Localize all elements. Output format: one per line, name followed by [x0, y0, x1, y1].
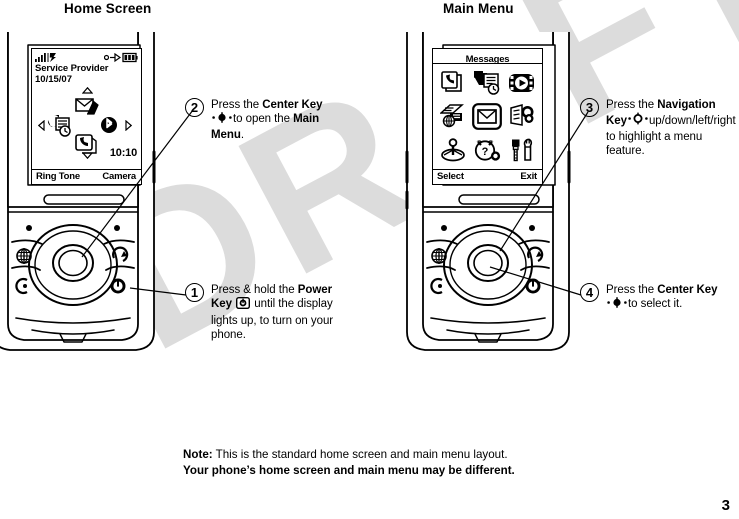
bluetooth-icon	[100, 116, 118, 139]
arrow-right-icon	[125, 119, 133, 133]
tools-icon	[511, 138, 532, 162]
callout-1: 1 Press & hold the Power Key until the d…	[185, 283, 345, 343]
callout-text-4: Press the Center Keyto select it.	[606, 283, 730, 313]
menu-item-games-apps[interactable]	[436, 133, 470, 167]
main-menu-display: Messages ? Select Exit	[432, 48, 543, 185]
note-label: Note:	[183, 448, 213, 461]
signal-bars-icon	[35, 53, 56, 62]
power-key-icon	[110, 278, 126, 294]
page-number: 3	[721, 497, 730, 514]
center-key-icon	[607, 297, 627, 312]
softkey-left-label: Ring Tone	[36, 171, 80, 182]
callout-text-2: Press the Center Keyto open the Main Men…	[211, 99, 323, 141]
menu-softkey-right-label: Exit	[520, 171, 537, 182]
menu-item-tools[interactable]	[505, 133, 539, 167]
home-softkey-bar: Ring Tone Camera	[32, 169, 141, 184]
section-title-home-screen: Home Screen	[64, 1, 152, 16]
menu-item-recent-calls[interactable]	[436, 66, 470, 100]
web-key-icon	[431, 248, 447, 264]
menu-item-office-tools[interactable]	[505, 100, 539, 134]
messages-envelope-icon	[73, 95, 101, 122]
callout-number-3: 3	[580, 98, 599, 117]
callout-number-4: 4	[580, 283, 599, 302]
note-text-1: This is the standard home screen and mai…	[212, 448, 508, 461]
menu-title-label: Messages	[465, 54, 510, 65]
menu-item-contacts[interactable]	[470, 66, 504, 100]
note-line-1: Note: This is the standard home screen a…	[183, 447, 603, 463]
menu-icon-grid: ?	[436, 66, 539, 167]
note-line-2: Your phone’s home screen and main menu m…	[183, 463, 515, 477]
callout-4: 4 Press the Center Keyto select it.	[580, 283, 730, 313]
date-label: 10/15/07	[35, 74, 72, 85]
menu-item-multimedia[interactable]	[505, 66, 539, 100]
callout-number-1: 1	[185, 283, 204, 302]
battery-icon	[104, 52, 138, 63]
messages-icon	[472, 103, 503, 130]
navigation-key-icon	[628, 112, 648, 129]
web-access-icon	[439, 104, 464, 128]
softkey-right-label: Camera	[102, 171, 136, 182]
contacts-icon	[473, 70, 500, 95]
recent-calls-icon	[46, 114, 72, 143]
menu-softkey-left-label: Select	[437, 171, 464, 182]
callout-number-2: 2	[185, 98, 204, 117]
menu-item-messages[interactable]	[470, 100, 504, 134]
menu-item-settings-clock[interactable]: ?	[470, 133, 504, 167]
callout-3: 3 Press the Navigation Key up/down/left/r…	[580, 98, 739, 159]
arrow-left-icon	[37, 119, 45, 133]
callout-text-3: Press the Navigation Key up/down/left/rig…	[606, 99, 736, 158]
web-key-icon	[16, 248, 32, 264]
status-bar	[35, 51, 138, 63]
power-key-icon	[525, 278, 541, 294]
clock-label: 10:10	[109, 147, 137, 159]
multimedia-icon	[509, 73, 535, 92]
arrow-down-icon	[81, 152, 94, 161]
power-key-icon	[236, 297, 251, 313]
menu-item-web-access[interactable]	[436, 100, 470, 134]
menu-softkey-bar: Select Exit	[433, 169, 542, 184]
note-block: Note: This is the standard home screen a…	[183, 447, 603, 478]
settings-clock-icon: ?	[474, 140, 501, 161]
home-screen-display: Service Provider 10/15/07 10:10 Ring Ton…	[31, 48, 142, 185]
carrier-label: Service Provider	[35, 63, 109, 74]
manual-page: DRAFT Home Screen Main Menu Service Prov…	[0, 0, 739, 519]
office-tools-icon	[510, 104, 534, 127]
home-shortcut-cluster: 10:10	[32, 86, 141, 160]
section-title-main-menu: Main Menu	[443, 1, 514, 16]
callout-2: 2 Press the Center Keyto open the Main M…	[185, 98, 335, 142]
recent-calls-icon	[441, 71, 462, 92]
menu-title-bar: Messages	[433, 49, 542, 65]
callout-text-1: Press & hold the Power Key until the dis…	[211, 284, 334, 342]
svg-text:?: ?	[482, 146, 489, 158]
center-key-icon	[212, 112, 232, 127]
games-apps-icon	[441, 138, 466, 162]
